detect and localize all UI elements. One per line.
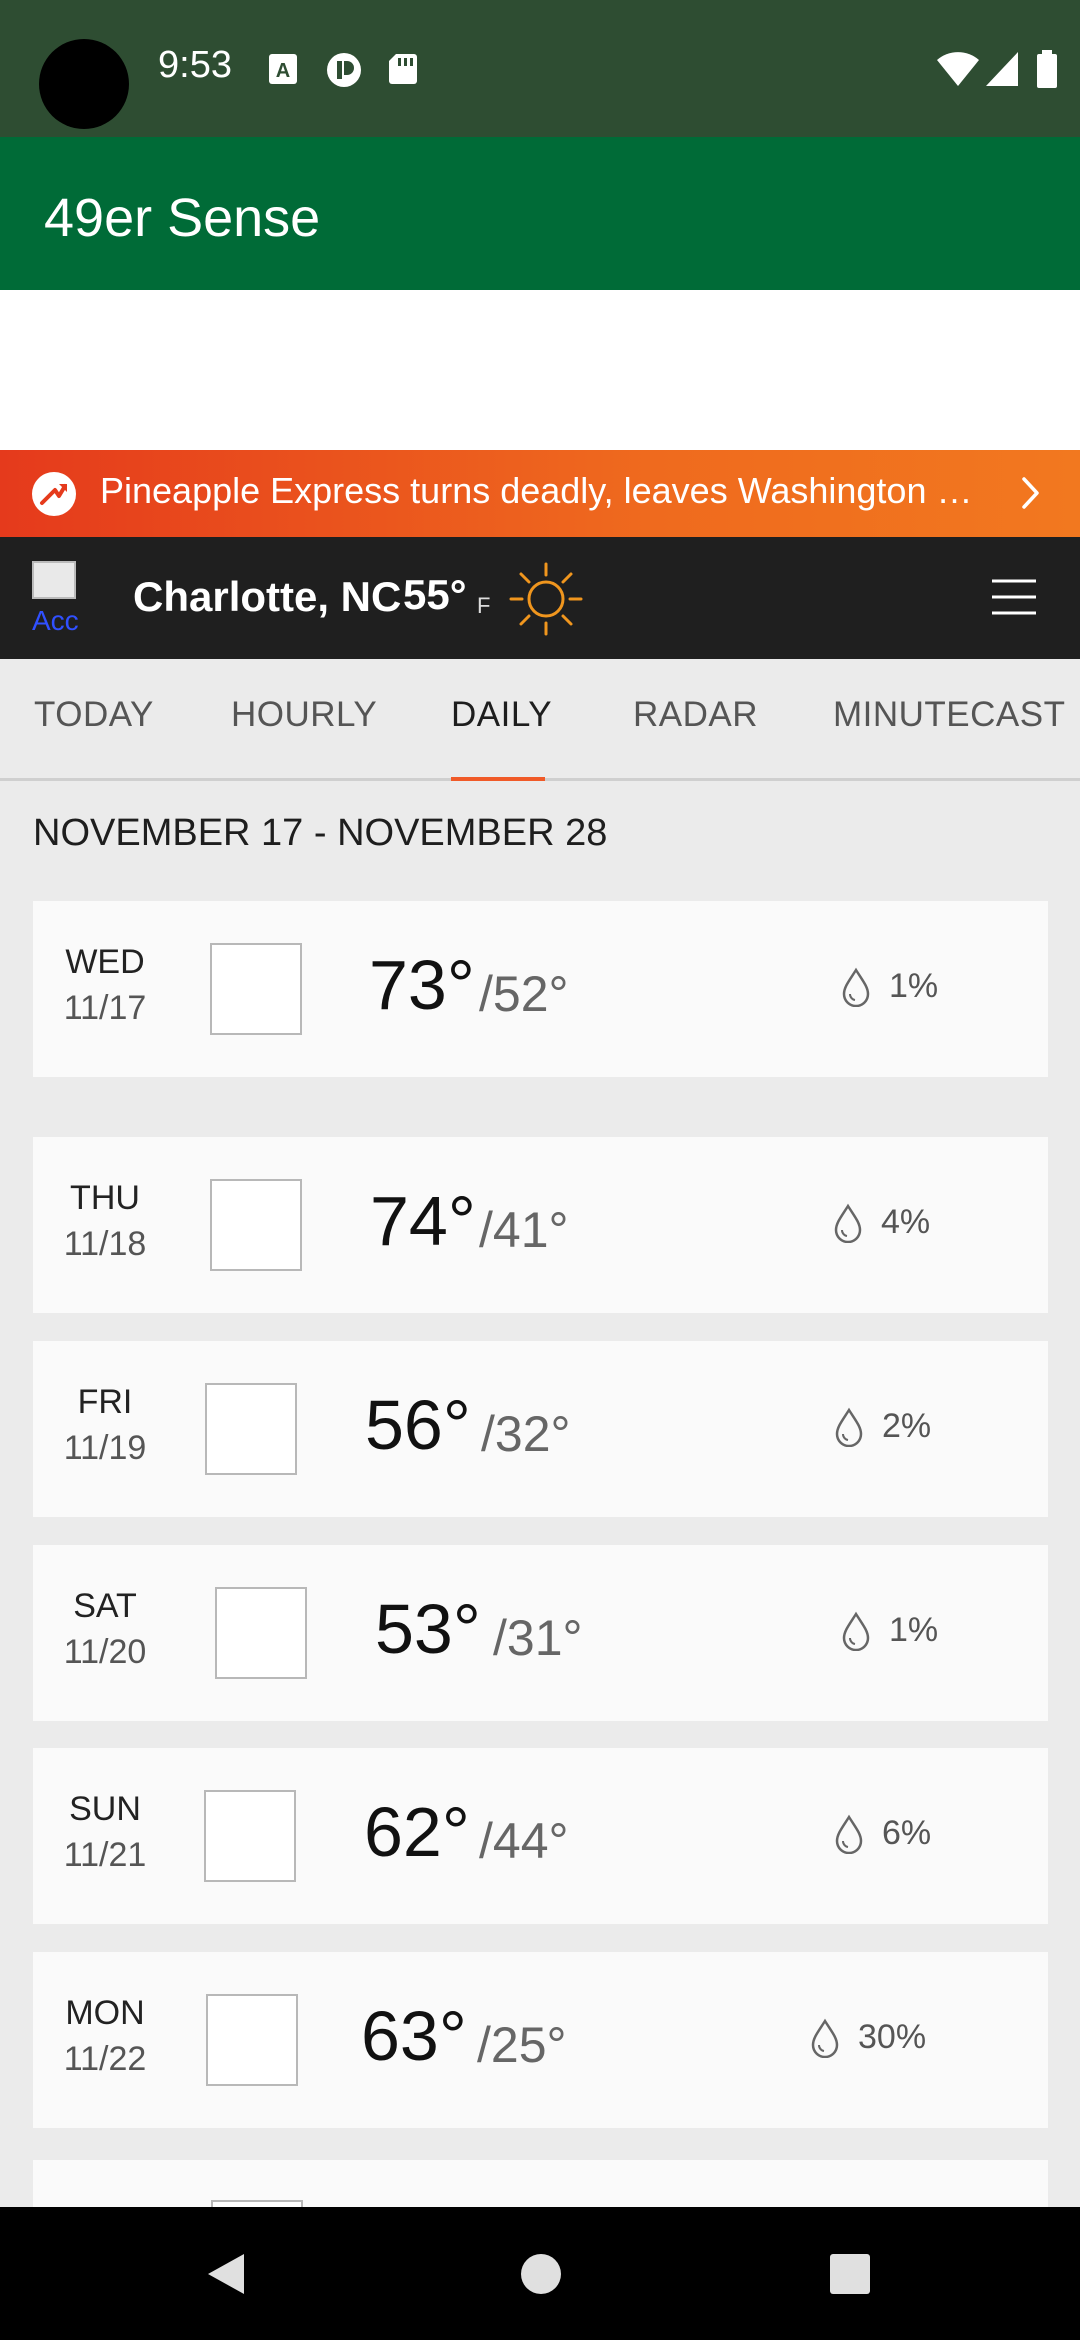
low-temperature: /31° (493, 1610, 583, 1666)
svg-text:A: A (276, 60, 290, 82)
raindrop-icon (835, 1407, 863, 1447)
weather-condition-icon (206, 1994, 298, 2086)
back-icon[interactable] (204, 2251, 248, 2297)
tab-hourly[interactable]: HOURLY (231, 695, 377, 735)
battery-icon (1037, 50, 1057, 88)
app-title: 49er Sense (44, 188, 321, 248)
location-name[interactable]: Charlotte, NC (133, 573, 401, 621)
forecast-tabs: TODAY HOURLY DAILY RADAR MINUTECAST (0, 659, 1080, 781)
current-temperature: 55° (403, 571, 467, 618)
weather-condition-icon (210, 943, 302, 1035)
day-name: THU (70, 1179, 140, 1217)
precipitation-chance: 4% (881, 1203, 931, 1241)
wifi-icon (937, 52, 979, 86)
vpn-icon (327, 53, 361, 87)
raindrop-icon (835, 1814, 863, 1854)
high-temperature: 56° (365, 1386, 471, 1464)
day-date: 11/21 (63, 1836, 147, 1874)
day-date: 11/22 (63, 2040, 147, 2078)
day-name: MON (65, 1994, 145, 2032)
raindrop-icon (834, 1203, 862, 1243)
day-date: 11/19 (63, 1429, 147, 1467)
system-navigation-bar (0, 2207, 1080, 2340)
day-forecast-card[interactable]: SUN 11/21 62° /44° 6% (33, 1748, 1048, 1924)
low-temperature: /52° (479, 966, 569, 1022)
weather-condition-icon (205, 1383, 297, 1475)
recents-icon[interactable] (829, 2253, 871, 2295)
day-forecast-card[interactable]: MON 11/22 63° /25° 30% (33, 1952, 1048, 2128)
app-bar: 49er Sense (0, 137, 1080, 290)
high-temperature: 73° (369, 946, 475, 1024)
day-date: 11/18 (63, 1225, 147, 1263)
day-forecast-card[interactable]: THU 11/18 74° /41° 4% (33, 1137, 1048, 1313)
weather-condition-icon (215, 1587, 307, 1679)
date-range-heading: NOVEMBER 17 - NOVEMBER 28 (33, 812, 608, 854)
raindrop-icon (842, 1611, 870, 1651)
day-name: SAT (73, 1587, 137, 1625)
temperature-unit: F (477, 593, 491, 618)
precipitation-chance: 30% (858, 2018, 927, 2056)
day-forecast-card[interactable]: WED 11/17 73° /52° 1% (33, 901, 1048, 1077)
tab-today[interactable]: TODAY (34, 695, 154, 735)
broken-image-alt-text: Acc (32, 605, 79, 633)
day-name: WED (65, 943, 145, 981)
day-forecast-card[interactable]: SAT 11/20 53° /31° 1% (33, 1545, 1048, 1721)
camera-cutout (39, 39, 129, 129)
broken-logo-image: Acc (32, 561, 108, 633)
precipitation-chance: 1% (889, 1611, 939, 1649)
high-temperature: 53° (375, 1590, 481, 1668)
signal-icon (986, 52, 1018, 86)
low-temperature: /44° (479, 1813, 569, 1869)
sun-icon (509, 562, 583, 636)
precipitation-chance: 2% (882, 1407, 932, 1445)
hamburger-menu-icon[interactable] (990, 577, 1038, 617)
active-tab-indicator (451, 777, 545, 781)
ad-banner-area (0, 290, 1080, 450)
alert-headline: Pineapple Express turns deadly, leaves W… (100, 470, 980, 511)
precipitation-chance: 6% (882, 1814, 932, 1852)
tab-radar[interactable]: RADAR (633, 695, 758, 735)
news-alert-banner[interactable]: Pineapple Express turns deadly, leaves W… (0, 450, 1080, 537)
status-time: 9:53 (158, 44, 232, 86)
status-bar: 9:53 A (0, 0, 1080, 137)
tab-daily[interactable]: DAILY (451, 695, 552, 735)
low-temperature: /32° (481, 1406, 571, 1462)
chevron-right-icon (1022, 477, 1039, 509)
precipitation-chance: 1% (889, 967, 939, 1005)
trending-arrow-icon (32, 472, 76, 516)
home-icon[interactable] (520, 2253, 562, 2295)
day-date: 11/17 (63, 989, 147, 1027)
raindrop-icon (842, 967, 870, 1007)
raindrop-icon (811, 2018, 839, 2058)
day-name: FRI (77, 1383, 133, 1421)
location-bar: Acc Charlotte, NC 55° F (0, 537, 1080, 659)
low-temperature: /41° (479, 1202, 569, 1258)
day-forecast-card[interactable]: FRI 11/19 56° /32° 2% (33, 1341, 1048, 1517)
day-date: 11/20 (63, 1633, 147, 1671)
day-name: SUN (69, 1790, 141, 1828)
low-temperature: /25° (477, 2017, 567, 2073)
high-temperature: 74° (370, 1182, 476, 1260)
weather-condition-icon (204, 1790, 296, 1882)
high-temperature: 62° (364, 1793, 470, 1871)
text-format-icon: A (269, 54, 297, 84)
tab-minutecast[interactable]: MINUTECAST (833, 695, 1066, 735)
sd-card-icon (389, 54, 417, 84)
weather-condition-icon (210, 1179, 302, 1271)
high-temperature: 63° (361, 1997, 467, 2075)
